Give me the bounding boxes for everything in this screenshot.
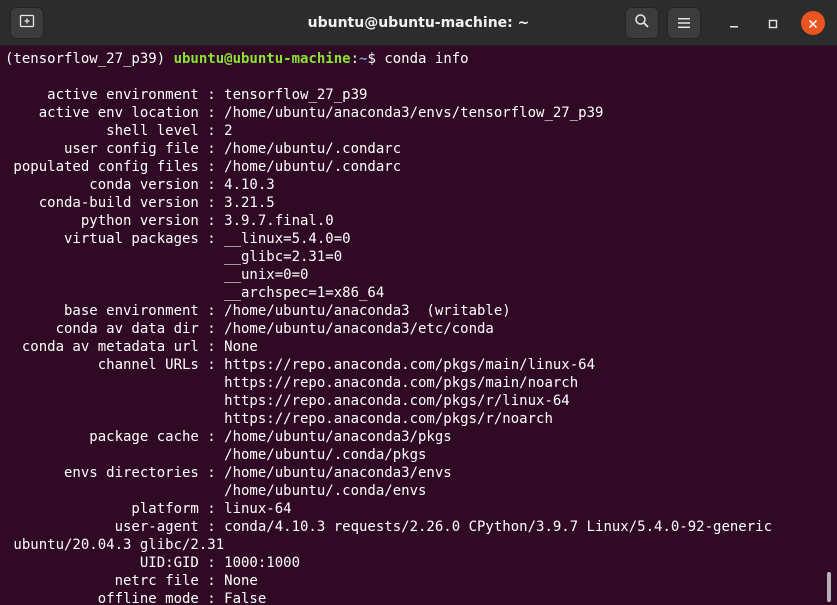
output-line: user-agent : conda/4.10.3 requests/2.26.…: [5, 519, 773, 535]
output-line: __glibc=2.31=0: [5, 249, 343, 265]
command-output: active environment : tensorflow_27_p39 a…: [5, 68, 830, 605]
maximize-button[interactable]: [761, 11, 785, 35]
output-line: platform : linux-64: [5, 501, 292, 517]
output-line: python version : 3.9.7.final.0: [5, 213, 334, 229]
output-line: shell level : 2: [5, 123, 233, 139]
output-line: conda av data dir : /home/ubuntu/anacond…: [5, 321, 494, 337]
terminal-window: ubuntu@ubuntu-machine: ~ (tensorflow_27_…: [0, 0, 837, 605]
output-line: ubuntu/20.04.3 glibc/2.31: [5, 537, 225, 553]
close-icon: [808, 14, 818, 33]
prompt-command: conda info: [384, 51, 469, 67]
search-button[interactable]: [625, 7, 659, 39]
title-bar: ubuntu@ubuntu-machine: ~: [0, 0, 837, 46]
output-line: envs directories : /home/ubuntu/anaconda…: [5, 465, 452, 481]
output-line: __unix=0=0: [5, 267, 309, 283]
output-line: https://repo.anaconda.com/pkgs/r/noarch: [5, 411, 553, 427]
output-line: virtual packages : __linux=5.4.0=0: [5, 231, 351, 247]
output-line: netrc file : None: [5, 573, 258, 589]
output-line: __archspec=1=x86_64: [5, 285, 385, 301]
output-line: conda version : 4.10.3: [5, 177, 275, 193]
output-line: package cache : /home/ubuntu/anaconda3/p…: [5, 429, 452, 445]
output-line: populated config files : /home/ubuntu/.c…: [5, 159, 402, 175]
output-line: /home/ubuntu/.conda/envs: [5, 483, 427, 499]
window-title: ubuntu@ubuntu-machine: ~: [307, 15, 530, 31]
new-tab-button[interactable]: [10, 7, 44, 39]
prompt-symbol: $: [367, 51, 385, 67]
output-line: UID:GID : 1000:1000: [5, 555, 301, 571]
maximize-icon: [768, 14, 778, 33]
output-line: https://repo.anaconda.com/pkgs/main/noar…: [5, 375, 579, 391]
output-line: /home/ubuntu/.conda/pkgs: [5, 447, 427, 463]
minimize-icon: [729, 14, 739, 33]
output-line: active environment : tensorflow_27_p39: [5, 87, 368, 103]
menu-button[interactable]: [667, 7, 701, 39]
output-line: channel URLs : https://repo.anaconda.com…: [5, 357, 596, 373]
output-line: conda av metadata url : None: [5, 339, 258, 355]
prompt-line: (tensorflow_27_p39) ubuntu@ubuntu-machin…: [5, 50, 830, 68]
close-button[interactable]: [801, 11, 825, 35]
hamburger-menu-icon: [677, 14, 691, 33]
output-line: conda-build version : 3.21.5: [5, 195, 275, 211]
output-line: https://repo.anaconda.com/pkgs/r/linux-6…: [5, 393, 570, 409]
terminal-output[interactable]: (tensorflow_27_p39) ubuntu@ubuntu-machin…: [0, 47, 830, 605]
output-line: base environment : /home/ubuntu/anaconda…: [5, 303, 511, 319]
output-line: offline mode : False: [5, 591, 267, 605]
output-line: active env location : /home/ubuntu/anaco…: [5, 105, 604, 121]
scrollbar-thumb[interactable]: [827, 572, 831, 602]
minimize-button[interactable]: [722, 11, 746, 35]
prompt-separator: :: [350, 51, 360, 67]
search-icon: [634, 13, 650, 33]
new-tab-icon: [19, 13, 35, 33]
prompt-env: (tensorflow_27_p39): [5, 51, 174, 67]
prompt-user-host: ubuntu@ubuntu-machine: [173, 51, 351, 67]
output-line: user config file : /home/ubuntu/.condarc: [5, 141, 402, 157]
